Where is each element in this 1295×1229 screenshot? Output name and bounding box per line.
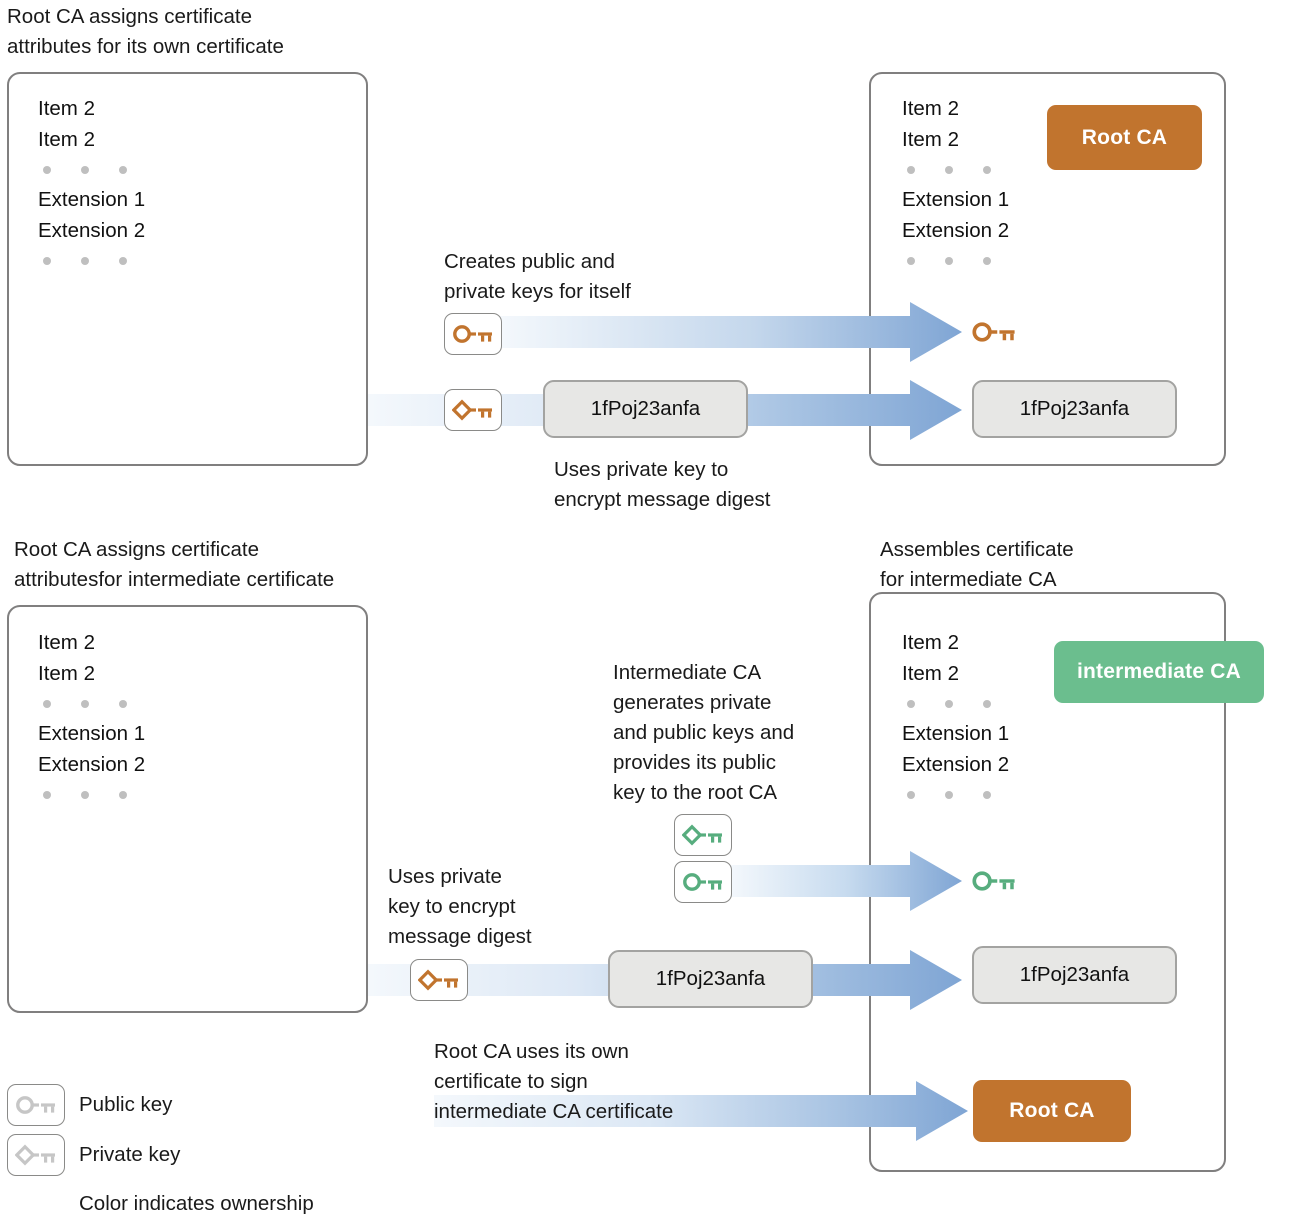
section1-public-key-chip bbox=[444, 313, 502, 355]
ellipsis-dots bbox=[902, 689, 1009, 719]
section1-root-ca-badge: Root CA bbox=[1047, 105, 1202, 170]
section2-digest-annotation: Uses private key to encrypt message dige… bbox=[388, 865, 532, 948]
section2-root-private-key-chip bbox=[410, 959, 468, 1001]
cert-item: Item 2 bbox=[902, 631, 959, 654]
ellipsis-dots bbox=[38, 780, 145, 810]
private-key-icon bbox=[418, 969, 458, 991]
cert-extension: Extension 2 bbox=[902, 218, 1010, 242]
legend-public-key-label: Public key bbox=[79, 1093, 173, 1116]
section1-root-public-key-icon bbox=[968, 315, 1020, 349]
section2-intermediate-private-key-chip bbox=[674, 814, 732, 856]
cert-item: Item 2 bbox=[902, 97, 959, 120]
ellipsis-dots bbox=[902, 780, 1009, 810]
section1-digest-annotation: Uses private key to encrypt message dige… bbox=[554, 458, 771, 511]
section1-left-caption: Root CA assigns certificate attributes f… bbox=[7, 5, 284, 58]
legend-private-key-chip bbox=[7, 1134, 65, 1176]
digest-text: 1fPoj23anfa bbox=[590, 397, 701, 420]
digest-text: 1fPoj23anfa bbox=[655, 967, 766, 990]
ellipsis-dots bbox=[38, 155, 145, 185]
legend-private-key-row: Private key bbox=[7, 1134, 180, 1176]
section1-keys-annotation: Creates public and private keys for itse… bbox=[444, 250, 631, 303]
section1-left-certificate-body: Item 2 Item 2 Extension 1 Extension 2 bbox=[38, 94, 145, 276]
cert-extension: Extension 1 bbox=[902, 188, 1010, 211]
cert-item: Item 2 bbox=[38, 631, 95, 654]
cert-extension: Extension 1 bbox=[38, 188, 146, 211]
public-key-icon bbox=[683, 873, 722, 891]
section2-left-certificate-body: Item 2 Item 2 Extension 1 Extension 2 bbox=[38, 628, 145, 810]
section2-intermediate-public-key-chip bbox=[674, 861, 732, 903]
public-key-icon bbox=[453, 325, 492, 343]
legend-public-key-chip bbox=[7, 1084, 65, 1126]
section2-right-certificate-body: Item 2 Item 2 Extension 1 Extension 2 bbox=[902, 628, 1009, 810]
public-key-icon bbox=[972, 871, 1015, 891]
private-key-icon bbox=[15, 1144, 55, 1166]
badge-label: intermediate CA bbox=[1076, 660, 1242, 683]
ellipsis-dots bbox=[902, 155, 1009, 185]
section1-private-key-chip bbox=[444, 389, 502, 431]
public-key-icon bbox=[972, 322, 1015, 342]
section2-delivered-public-key-icon bbox=[968, 864, 1020, 898]
digest-text: 1fPoj23anfa bbox=[1019, 397, 1130, 420]
public-key-icon bbox=[16, 1096, 55, 1114]
section2-left-caption: Root CA assigns certificate attributesfo… bbox=[14, 538, 335, 591]
section2-intermediate-keys-annotation: Intermediate CA generates private and pu… bbox=[613, 661, 795, 804]
section2-right-digest-chip: 1fPoj23anfa bbox=[972, 946, 1177, 1004]
cert-item: Item 2 bbox=[38, 127, 95, 151]
section1-digest-chip: 1fPoj23anfa bbox=[543, 380, 748, 438]
section1-right-digest-chip: 1fPoj23anfa bbox=[972, 380, 1177, 438]
section2-sign-root-ca-badge: Root CA bbox=[973, 1080, 1131, 1142]
legend-note: Color indicates ownership bbox=[79, 1192, 314, 1215]
cert-extension: Extension 2 bbox=[902, 752, 1010, 776]
private-key-icon bbox=[452, 399, 492, 421]
cert-item: Item 2 bbox=[902, 127, 959, 151]
legend-private-key-label: Private key bbox=[79, 1143, 181, 1166]
cert-item: Item 2 bbox=[902, 661, 959, 685]
cert-extension: Extension 1 bbox=[902, 722, 1010, 745]
section1-right-certificate-body: Item 2 Item 2 Extension 1 Extension 2 bbox=[902, 94, 1009, 276]
section2-sign-annotation: Root CA uses its own certificate to sign… bbox=[434, 1040, 674, 1123]
badge-label: Root CA bbox=[1081, 125, 1168, 149]
diagram-canvas: Root CA assigns certificate attributes f… bbox=[0, 0, 1295, 1229]
private-key-icon bbox=[682, 824, 722, 846]
badge-label: Root CA bbox=[1009, 1099, 1095, 1122]
cert-extension: Extension 1 bbox=[38, 722, 146, 745]
ellipsis-dots bbox=[38, 246, 145, 276]
digest-text: 1fPoj23anfa bbox=[1019, 963, 1130, 986]
section2-right-caption: Assembles certificate for intermediate C… bbox=[880, 538, 1074, 591]
ellipsis-dots bbox=[902, 246, 1009, 276]
cert-extension: Extension 2 bbox=[38, 218, 146, 242]
section2-intermediate-ca-badge: intermediate CA bbox=[1054, 641, 1264, 703]
section2-digest-chip: 1fPoj23anfa bbox=[608, 950, 813, 1008]
legend-public-key-row: Public key bbox=[7, 1084, 172, 1126]
cert-item: Item 2 bbox=[38, 97, 95, 120]
cert-extension: Extension 2 bbox=[38, 752, 146, 776]
ellipsis-dots bbox=[38, 689, 145, 719]
cert-item: Item 2 bbox=[38, 661, 95, 685]
